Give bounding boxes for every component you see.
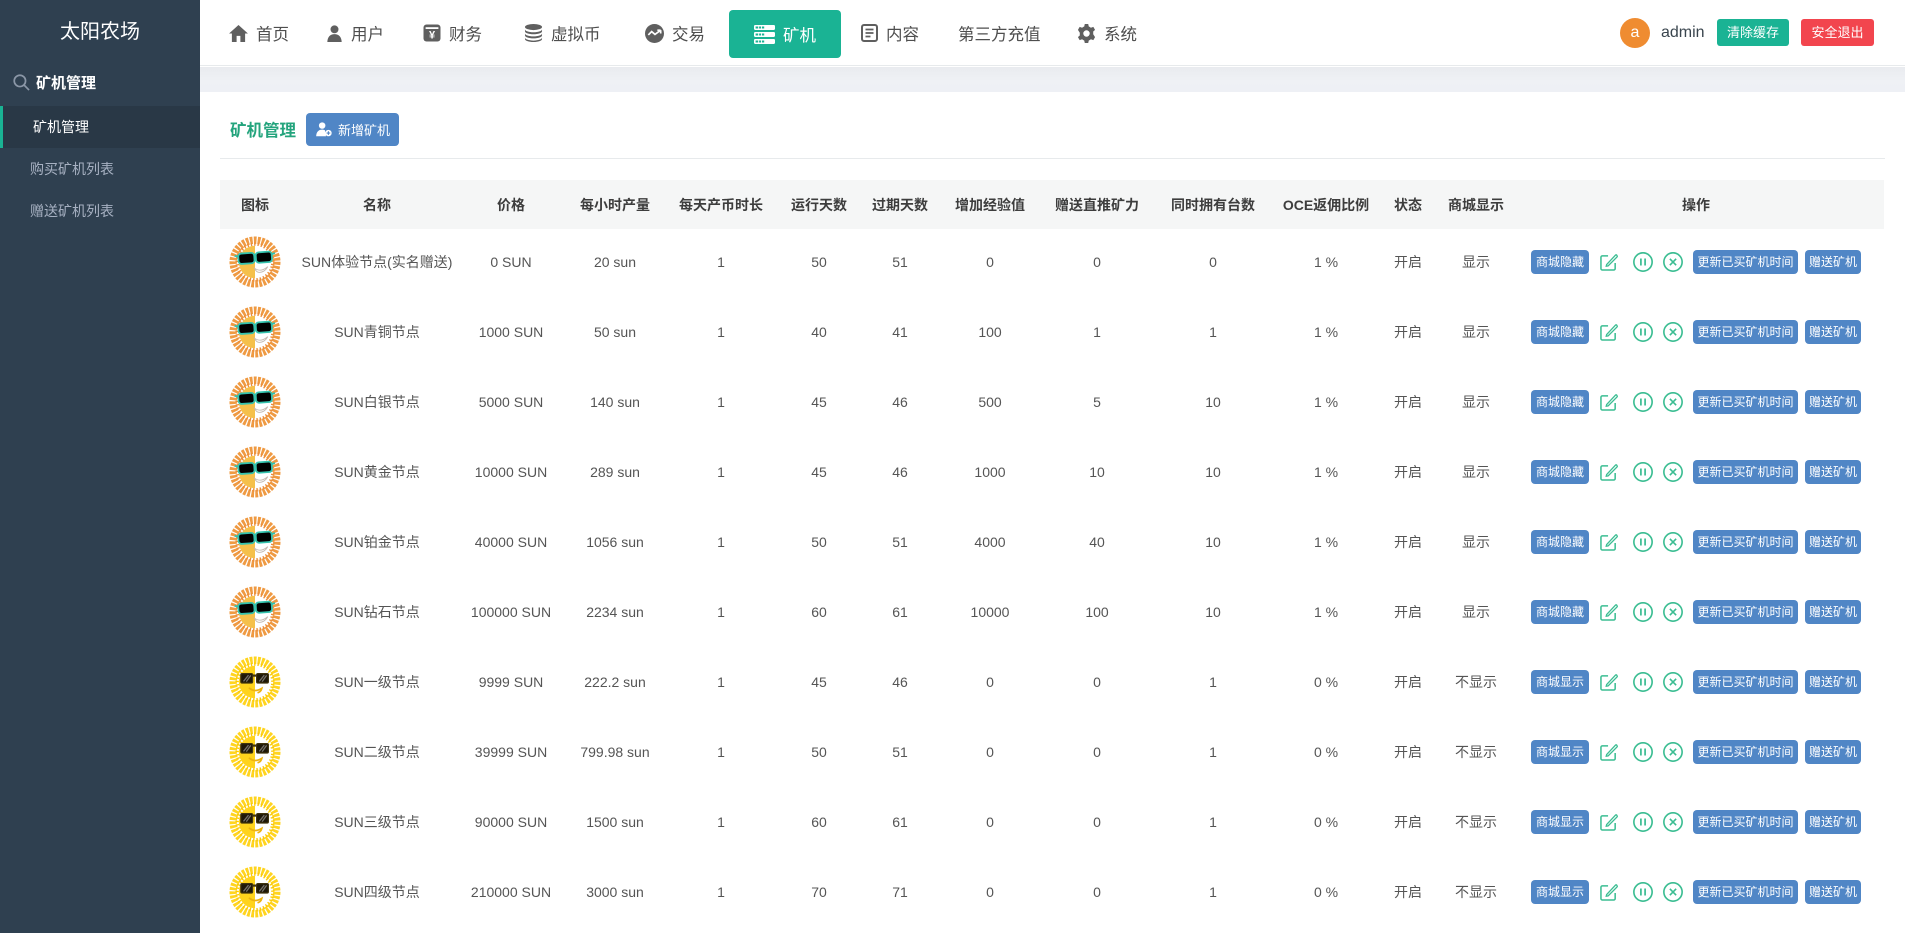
svg-text:¥: ¥ xyxy=(429,30,436,42)
